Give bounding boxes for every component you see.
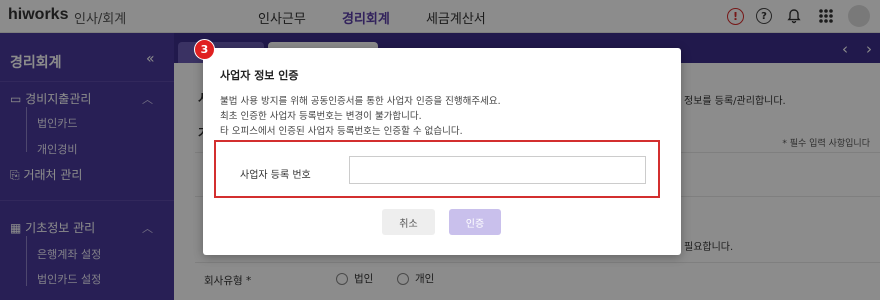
highlight-box: 사업자 등록 번호 xyxy=(214,140,660,198)
business-number-input[interactable] xyxy=(349,156,646,184)
description-line: 타 오피스에서 인증된 사업자 등록번호는 인증할 수 없습니다. xyxy=(220,126,463,137)
description-line: 불법 사용 방지를 위해 공동인증서를 통한 사업자 인증을 진행해주세요. xyxy=(220,96,501,107)
business-verification-modal: 사업자 정보 인증 불법 사용 방지를 위해 공동인증서를 통한 사업자 인증을… xyxy=(203,48,681,255)
cancel-button[interactable]: 취소 xyxy=(382,209,435,235)
modal-description: 불법 사용 방지를 위해 공동인증서를 통한 사업자 인증을 진행해주세요. 최… xyxy=(220,94,501,139)
step-badge: 3 xyxy=(194,39,215,60)
verify-button[interactable]: 인증 xyxy=(449,209,501,235)
modal-title: 사업자 정보 인증 xyxy=(220,69,299,82)
description-line: 최초 인증한 사업자 등록번호는 변경이 불가합니다. xyxy=(220,111,422,122)
business-number-label: 사업자 등록 번호 xyxy=(240,170,311,181)
